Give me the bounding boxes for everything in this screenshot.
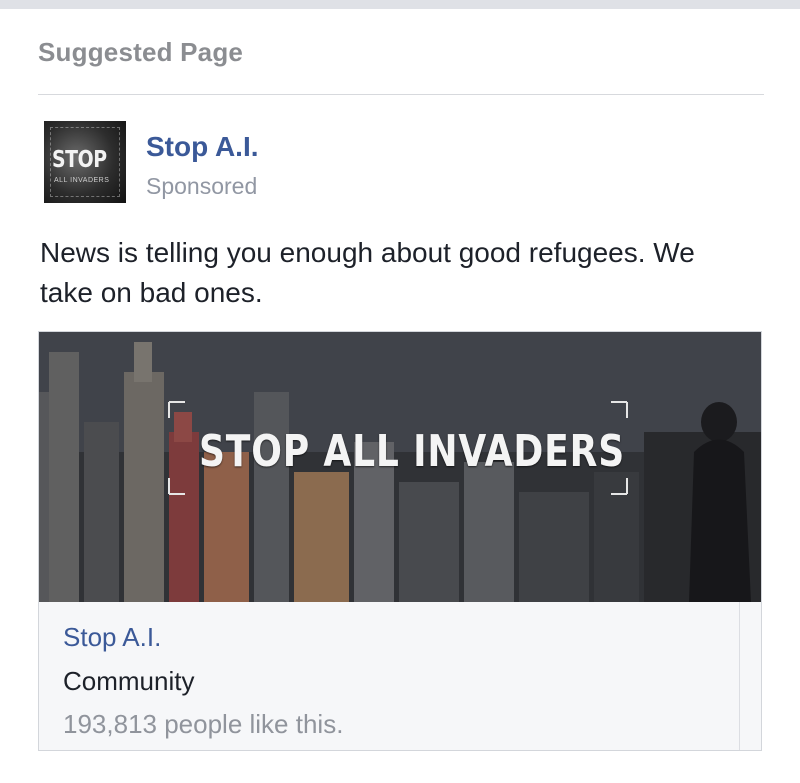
page-name-link[interactable]: Stop A.I. [146,131,259,163]
page-avatar[interactable]: STOP ALL INVADERS [44,121,126,203]
divider [38,94,764,95]
section-title: Suggested Page [38,37,244,67]
page-attachment[interactable]: STOP ALL INVADERS Stop A.I. Community 19… [38,331,762,751]
post-text: News is telling you enough about good re… [40,237,695,308]
image-headline: STOP ALL INVADERS [199,426,626,477]
avatar-logo-subtext: ALL INVADERS [54,177,110,184]
attachment-likes-count: 193,813 people like this. [63,709,344,739]
top-separator-band [0,0,800,9]
attachment-info[interactable]: Stop A.I. Community 193,813 people like … [39,602,740,750]
attachment-page-name[interactable]: Stop A.I. [63,622,161,653]
suggested-page-card: Suggested Page STOP ALL INVADERS Stop A.… [0,9,800,783]
attachment-category: Community [63,666,195,696]
attachment-image[interactable]: STOP ALL INVADERS [39,332,761,602]
sponsored-label[interactable]: Sponsored [146,173,257,200]
avatar-logo-text: STOP [52,147,107,173]
